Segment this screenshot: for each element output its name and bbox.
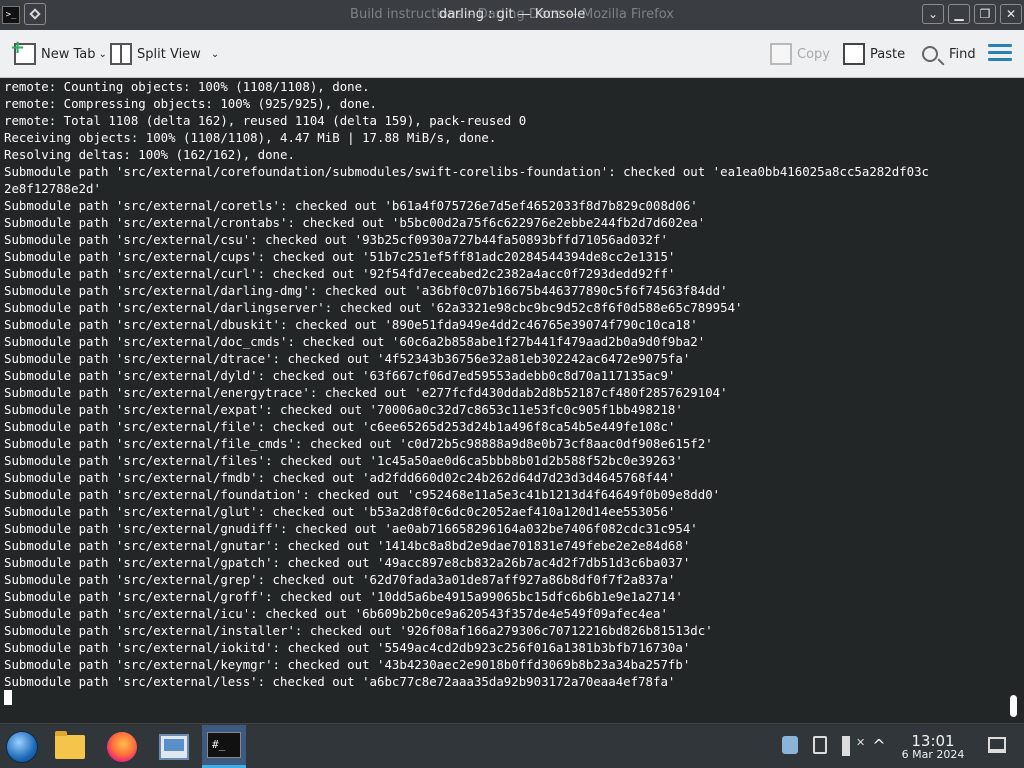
split-view-label: Split View: [137, 46, 201, 62]
window-minimize-button[interactable]: ▁: [948, 4, 970, 24]
terminal-icon: #_: [207, 732, 241, 758]
find-button[interactable]: Find: [922, 40, 976, 68]
terminal-line: Submodule path 'src/external/gnudiff': c…: [4, 521, 698, 536]
task-firefox[interactable]: [100, 725, 144, 768]
terminal-line: Submodule path 'src/external/installer':…: [4, 623, 713, 638]
paste-button[interactable]: Paste: [843, 40, 905, 68]
split-view-dropdown-icon[interactable]: ⌄: [211, 49, 219, 60]
show-desktop-icon[interactable]: [988, 737, 1006, 753]
terminal-line: Submodule path 'src/external/dtrace': ch…: [4, 351, 691, 366]
terminal-cursor: [4, 690, 12, 705]
copy-button[interactable]: Copy: [770, 40, 830, 68]
terminal-line: Submodule path 'src/external/corefoundat…: [4, 164, 930, 179]
terminal-line: Submodule path 'src/external/gnutar': ch…: [4, 538, 691, 553]
terminal-line: Receiving objects: 100% (1108/1108), 4.4…: [4, 130, 497, 145]
paste-label: Paste: [870, 46, 906, 62]
window-close-button[interactable]: ✕: [1000, 4, 1022, 24]
terminal-line: remote: Counting objects: 100% (1108/110…: [4, 79, 370, 94]
terminal-line: 2e8f12788e2d': [4, 181, 101, 196]
terminal-line: Submodule path 'src/external/curl': chec…: [4, 266, 676, 281]
computer-icon: [159, 733, 189, 760]
task-system-explorer[interactable]: [152, 725, 196, 768]
firefox-icon: [107, 731, 137, 762]
copy-label: Copy: [797, 46, 830, 62]
terminal-line: Submodule path 'src/external/cups': chec…: [4, 249, 676, 264]
terminal-line: Submodule path 'src/external/files': che…: [4, 453, 683, 468]
task-konsole[interactable]: #_: [202, 725, 246, 768]
terminal-line: Submodule path 'src/external/glut': chec…: [4, 504, 676, 519]
terminal-line: remote: Total 1108 (delta 162), reused 1…: [4, 113, 527, 128]
terminal-line: Submodule path 'src/external/crontabs': …: [4, 215, 706, 230]
terminal-output[interactable]: remote: Counting objects: 100% (1108/110…: [0, 78, 1024, 723]
konsole-toolbar: New Tab ⌄ Split View ⌄ Copy Paste Find: [0, 30, 1024, 78]
terminal-line: Submodule path 'src/external/doc_cmds': …: [4, 334, 706, 349]
new-tab-label: New Tab: [41, 46, 96, 62]
folder-icon: [55, 730, 85, 759]
new-tab-icon: [10, 37, 36, 65]
split-view-button[interactable]: Split View ⌄: [110, 40, 219, 68]
clock-date[interactable]: 6 Mar 2024: [896, 748, 970, 761]
window-titlebar[interactable]: >_ Build instructions – Darling Docs — M…: [0, 0, 1024, 30]
find-label: Find: [949, 46, 976, 62]
new-tab-dropdown-icon[interactable]: ⌄: [99, 49, 107, 60]
start-orb-icon: [6, 730, 38, 763]
taskbar: #_ ^ 13:01 6 Mar 2024: [0, 723, 1024, 768]
terminal-line: Resolving deltas: 100% (162/162), done.: [4, 147, 295, 162]
window-collapse-button[interactable]: ⌄: [922, 4, 944, 24]
search-icon: [922, 46, 938, 62]
hamburger-menu-icon[interactable]: [988, 44, 1012, 64]
terminal-line: Submodule path 'src/external/grep': chec…: [4, 572, 676, 587]
terminal-scrollbar[interactable]: [1010, 695, 1017, 717]
update-notifier-icon[interactable]: [782, 736, 798, 754]
task-file-manager[interactable]: [48, 725, 92, 768]
terminal-line: Submodule path 'src/external/darling-dmg…: [4, 283, 728, 298]
terminal-line: Submodule path 'src/external/coretls': c…: [4, 198, 698, 213]
terminal-line: Submodule path 'src/external/foundation'…: [4, 487, 721, 502]
terminal-line: Submodule path 'src/external/keymgr': ch…: [4, 657, 691, 672]
terminal-line: Submodule path 'src/external/fmdb': chec…: [4, 470, 676, 485]
window-maximize-button[interactable]: ❐: [974, 4, 996, 24]
terminal-line: Submodule path 'src/external/csu': check…: [4, 232, 668, 247]
tray-expand-arrow-icon[interactable]: ^: [869, 736, 889, 756]
clipboard-icon[interactable]: [813, 736, 827, 754]
terminal-line: Submodule path 'src/external/file': chec…: [4, 419, 676, 434]
terminal-line: Submodule path 'src/external/gpatch': ch…: [4, 555, 691, 570]
paste-icon: [843, 43, 865, 65]
terminal-line: Submodule path 'src/external/dbuskit': c…: [4, 317, 698, 332]
new-tab-button[interactable]: New Tab ⌄: [10, 37, 107, 68]
split-view-icon: [110, 43, 132, 65]
window-title: darling : git — Konsole: [438, 7, 586, 22]
terminal-line: Submodule path 'src/external/energytrace…: [4, 385, 728, 400]
volume-muted-icon[interactable]: [842, 736, 865, 756]
terminal-line: Submodule path 'src/external/file_cmds':…: [4, 436, 713, 451]
terminal-line: Submodule path 'src/external/iokitd': ch…: [4, 640, 691, 655]
terminal-line: Submodule path 'src/external/darlingserv…: [4, 300, 743, 315]
terminal-line: Submodule path 'src/external/icu': check…: [4, 606, 668, 621]
terminal-lines: remote: Counting objects: 100% (1108/110…: [4, 78, 1004, 690]
copy-icon: [770, 43, 792, 65]
terminal-line: Submodule path 'src/external/expat': che…: [4, 402, 683, 417]
start-menu-button[interactable]: [0, 725, 44, 768]
terminal-line: Submodule path 'src/external/less': chec…: [4, 674, 676, 689]
terminal-line: remote: Compressing objects: 100% (925/9…: [4, 96, 377, 111]
terminal-line: Submodule path 'src/external/groff': che…: [4, 589, 683, 604]
terminal-line: Submodule path 'src/external/dyld': chec…: [4, 368, 676, 383]
